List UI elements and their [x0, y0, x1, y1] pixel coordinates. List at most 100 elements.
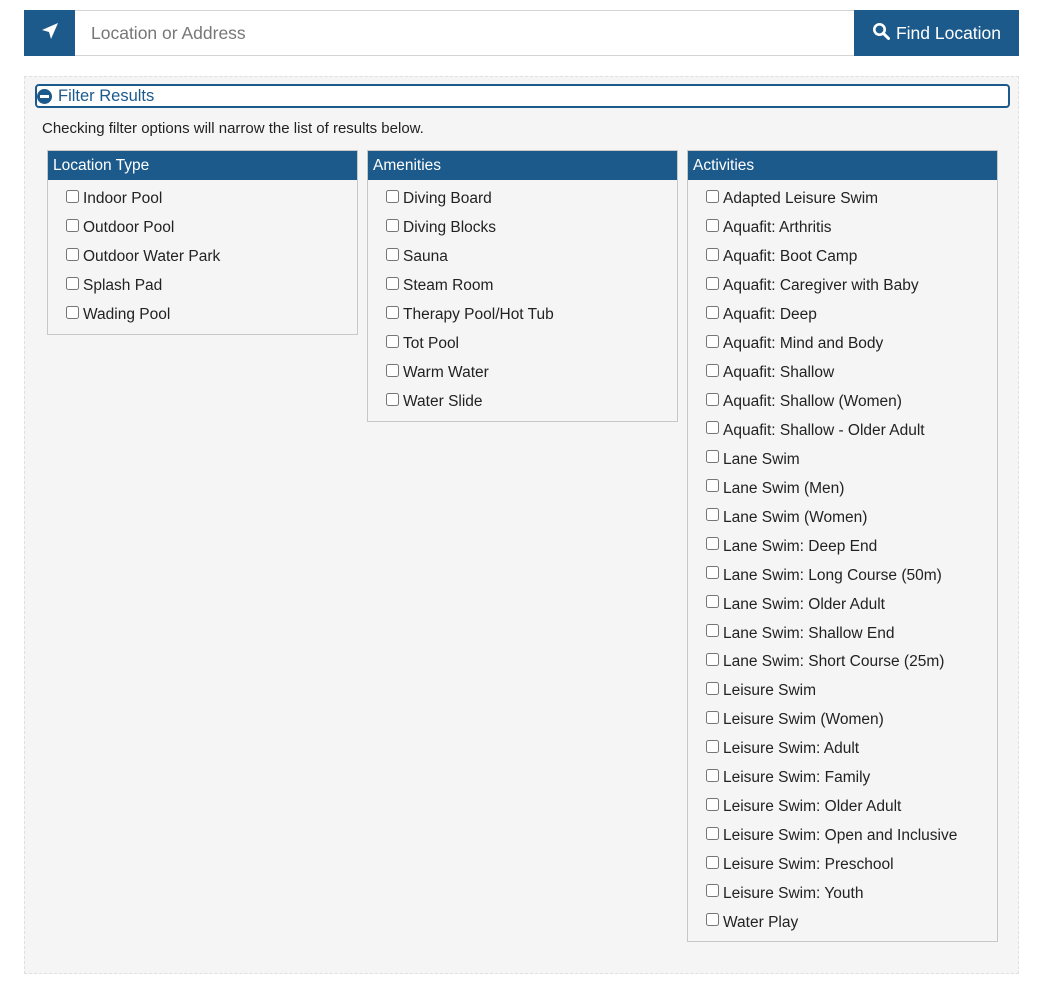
filter-option-label[interactable]: Leisure Swim: Youth — [723, 885, 863, 903]
filter-option-checkbox[interactable] — [706, 537, 719, 551]
filter-option-label[interactable]: Aquafit: Caregiver with Baby — [723, 277, 919, 295]
filter-option: Warm Water — [386, 359, 677, 388]
filter-option-label[interactable]: Aquafit: Shallow - Older Adult — [723, 422, 925, 440]
filter-option-label[interactable]: Outdoor Water Park — [83, 248, 220, 266]
filter-option: Aquafit: Deep — [706, 301, 997, 330]
filter-option-checkbox[interactable] — [706, 739, 719, 753]
filter-option-checkbox[interactable] — [706, 305, 719, 319]
filter-option-checkbox[interactable] — [706, 913, 719, 927]
filter-option-checkbox[interactable] — [706, 508, 719, 522]
filter-option-checkbox[interactable] — [706, 884, 719, 898]
filter-option: Leisure Swim: Open and Inclusive — [706, 822, 997, 851]
filter-option-checkbox[interactable] — [66, 305, 79, 319]
filter-option-label[interactable]: Aquafit: Shallow — [723, 364, 834, 382]
filter-option-label[interactable]: Aquafit: Mind and Body — [723, 335, 883, 353]
filter-option-label[interactable]: Adapted Leisure Swim — [723, 190, 878, 208]
filter-option-checkbox[interactable] — [706, 826, 719, 840]
filter-option-checkbox[interactable] — [706, 392, 719, 406]
filter-option-label[interactable]: Lane Swim: Long Course (50m) — [723, 567, 942, 585]
filter-option-label[interactable]: Leisure Swim: Older Adult — [723, 798, 901, 816]
filter-option-checkbox[interactable] — [386, 218, 399, 232]
filter-option: Water Slide — [386, 388, 677, 417]
filter-option-checkbox[interactable] — [386, 189, 399, 203]
filter-option: Water Play — [706, 908, 997, 937]
filter-option-label[interactable]: Splash Pad — [83, 277, 162, 295]
filter-option: Tot Pool — [386, 330, 677, 359]
filter-results-label: Filter Results — [58, 86, 155, 105]
filter-option-checkbox[interactable] — [706, 218, 719, 232]
filter-option: Leisure Swim: Youth — [706, 880, 997, 909]
filter-option-checkbox[interactable] — [66, 218, 79, 232]
filter-option-checkbox[interactable] — [706, 681, 719, 695]
filter-option-checkbox[interactable] — [386, 334, 399, 348]
filter-option-list: Indoor Pool Outdoor Pool Outdoor Water Par… — [48, 180, 357, 330]
filter-option-label[interactable]: Aquafit: Boot Camp — [723, 248, 857, 266]
filter-option-checkbox[interactable] — [706, 189, 719, 203]
filter-option-label[interactable]: Lane Swim: Short Course (25m) — [723, 653, 944, 671]
filter-option-label[interactable]: Aquafit: Deep — [723, 306, 817, 324]
filter-option-label[interactable]: Lane Swim: Shallow End — [723, 625, 894, 643]
filter-option: Lane Swim: Deep End — [706, 532, 997, 561]
filter-option-checkbox[interactable] — [706, 652, 719, 666]
filter-option-label[interactable]: Leisure Swim: Open and Inclusive — [723, 827, 957, 845]
location-search-input[interactable] — [75, 10, 854, 56]
filter-option-label[interactable]: Warm Water — [403, 364, 489, 382]
filter-option-checkbox[interactable] — [706, 797, 719, 811]
filter-results-toggle[interactable]: Filter Results — [35, 84, 1010, 108]
filter-option-checkbox[interactable] — [386, 363, 399, 377]
filter-group-title: Activities — [688, 151, 997, 180]
filter-option-label[interactable]: Lane Swim — [723, 451, 800, 469]
filter-option-checkbox[interactable] — [706, 450, 719, 464]
filter-option-label[interactable]: Leisure Swim: Adult — [723, 740, 859, 758]
filter-option: Sauna — [386, 243, 677, 272]
filter-option-checkbox[interactable] — [386, 276, 399, 290]
filter-option-label[interactable]: Aquafit: Shallow (Women) — [723, 393, 902, 411]
filter-option-checkbox[interactable] — [706, 768, 719, 782]
filter-option-checkbox[interactable] — [66, 276, 79, 290]
filter-option-checkbox[interactable] — [386, 305, 399, 319]
filter-option-checkbox[interactable] — [706, 421, 719, 435]
filter-option-label[interactable]: Indoor Pool — [83, 190, 162, 208]
filter-option-checkbox[interactable] — [706, 276, 719, 290]
filter-option: Leisure Swim: Preschool — [706, 851, 997, 880]
filter-option-checkbox[interactable] — [706, 479, 719, 493]
filter-option-checkbox[interactable] — [706, 363, 719, 377]
filter-option-label[interactable]: Diving Board — [403, 190, 492, 208]
filter-option-label[interactable]: Lane Swim (Men) — [723, 480, 844, 498]
filter-option-label[interactable]: Outdoor Pool — [83, 219, 174, 237]
filter-option-label[interactable]: Steam Room — [403, 277, 493, 295]
filter-option-label[interactable]: Lane Swim (Women) — [723, 509, 867, 527]
filter-option-label[interactable]: Aquafit: Arthritis — [723, 219, 832, 237]
filter-option-label[interactable]: Wading Pool — [83, 306, 170, 324]
filter-option-checkbox[interactable] — [706, 624, 719, 638]
find-location-button[interactable]: Find Location — [854, 10, 1019, 56]
filter-option-label[interactable]: Sauna — [403, 248, 448, 266]
filter-option: Lane Swim: Older Adult — [706, 590, 997, 619]
filter-option-label[interactable]: Lane Swim: Deep End — [723, 538, 877, 556]
filter-option-checkbox[interactable] — [706, 566, 719, 580]
filter-option-label[interactable]: Water Slide — [403, 393, 483, 411]
filter-option-label[interactable]: Leisure Swim (Women) — [723, 711, 884, 729]
filter-option-checkbox[interactable] — [706, 710, 719, 724]
filter-option-checkbox[interactable] — [706, 334, 719, 348]
location-arrow-icon — [40, 21, 60, 46]
use-my-location-button[interactable] — [24, 10, 75, 56]
filter-option-label[interactable]: Tot Pool — [403, 335, 459, 353]
filter-option: Leisure Swim — [706, 677, 997, 706]
filter-option-checkbox[interactable] — [386, 392, 399, 406]
filter-option-checkbox[interactable] — [386, 247, 399, 261]
filter-option-label[interactable]: Leisure Swim — [723, 682, 816, 700]
filter-option-label[interactable]: Leisure Swim: Family — [723, 769, 870, 787]
filter-option-label[interactable]: Water Play — [723, 914, 798, 932]
filter-option-checkbox[interactable] — [706, 855, 719, 869]
filter-option-checkbox[interactable] — [706, 247, 719, 261]
filter-option-label[interactable]: Lane Swim: Older Adult — [723, 596, 885, 614]
filter-option-label[interactable]: Leisure Swim: Preschool — [723, 856, 894, 874]
filter-option-label[interactable]: Diving Blocks — [403, 219, 496, 237]
filter-option-checkbox[interactable] — [66, 189, 79, 203]
filter-option-checkbox[interactable] — [66, 247, 79, 261]
filter-panel: Filter Results Checking filter options w… — [24, 76, 1019, 974]
filter-option: Lane Swim: Long Course (50m) — [706, 561, 997, 590]
filter-option-label[interactable]: Therapy Pool/Hot Tub — [403, 306, 554, 324]
filter-option-checkbox[interactable] — [706, 595, 719, 609]
